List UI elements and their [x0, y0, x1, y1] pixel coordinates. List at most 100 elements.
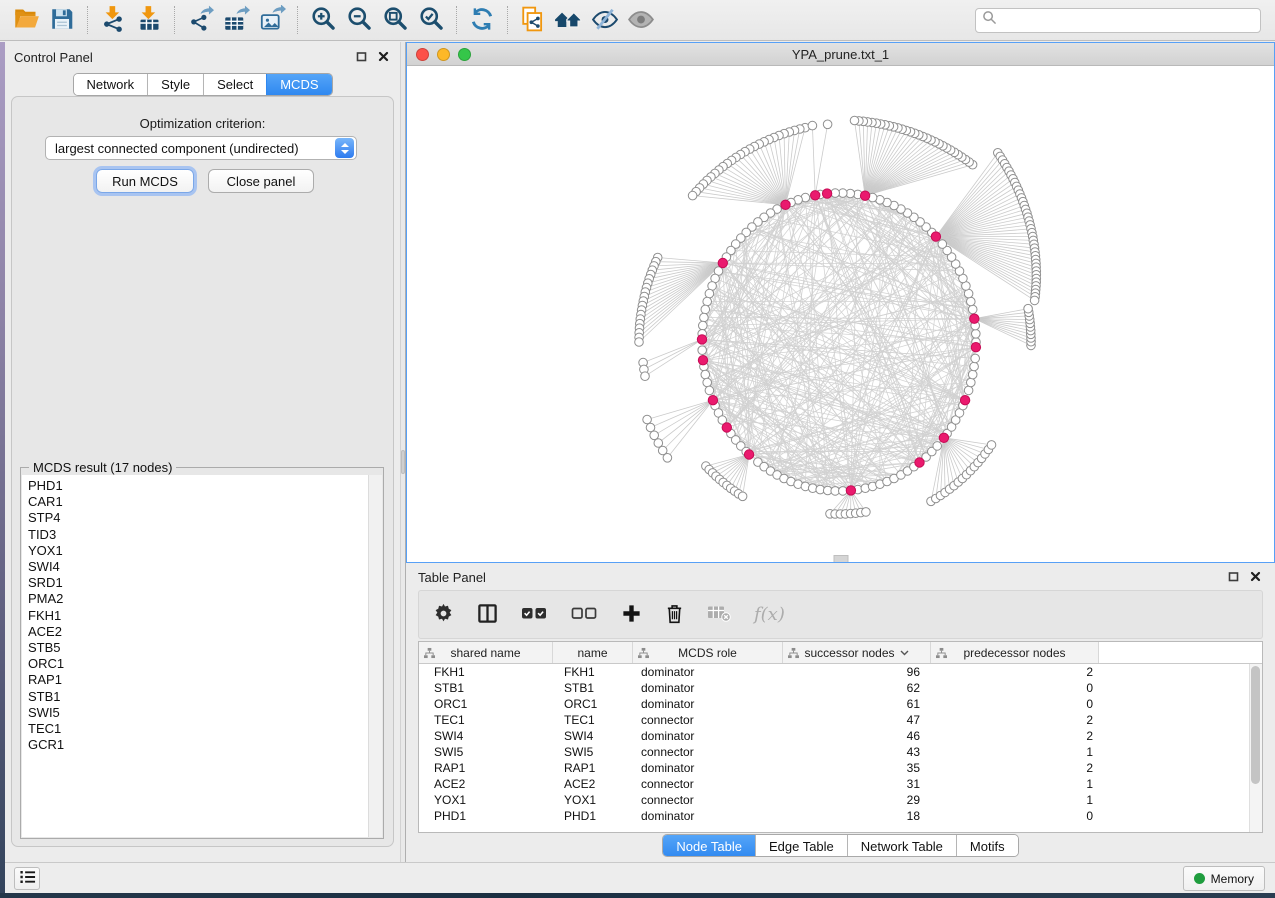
- table-cell: 62: [783, 680, 931, 696]
- export-network-button[interactable]: [182, 3, 218, 37]
- mcds-result-item[interactable]: STP4: [22, 510, 367, 526]
- table-row[interactable]: STB1STB1dominator620: [419, 680, 1262, 696]
- float-panel-button[interactable]: [1227, 570, 1240, 583]
- mcds-list-scrollbar[interactable]: [368, 475, 382, 837]
- column-header-successor-nodes[interactable]: successor nodes: [783, 642, 931, 663]
- show-columns-button[interactable]: [477, 603, 498, 627]
- zoom-in-button[interactable]: [305, 3, 341, 37]
- open-session-button[interactable]: [8, 3, 44, 37]
- close-panel-button[interactable]: [1249, 570, 1262, 583]
- function-builder-button[interactable]: f(x): [754, 604, 785, 625]
- horizontal-splitter-grip[interactable]: [833, 555, 848, 562]
- mcds-result-item[interactable]: GCR1: [22, 737, 367, 753]
- memory-button[interactable]: Memory: [1183, 866, 1265, 891]
- save-session-button[interactable]: [44, 3, 80, 37]
- zoom-fit-icon: [382, 5, 409, 35]
- table-row[interactable]: FKH1FKH1dominator962: [419, 664, 1262, 680]
- zoom-out-button[interactable]: [341, 3, 377, 37]
- memory-status-icon: [1194, 873, 1205, 884]
- mcds-result-item[interactable]: STB1: [22, 689, 367, 705]
- table-cell: connector: [633, 712, 783, 728]
- column-header-predecessor-nodes[interactable]: predecessor nodes: [931, 642, 1099, 663]
- zoom-selected-icon: [418, 5, 445, 35]
- new-network-from-selection-button[interactable]: [515, 3, 551, 37]
- mcds-result-list[interactable]: PHD1CAR1STP4TID3YOX1SWI4SRD1PMA2FKH1ACE2…: [22, 475, 382, 837]
- column-header-shared-name[interactable]: shared name: [419, 642, 553, 663]
- add-row-button[interactable]: [621, 603, 642, 627]
- table-row[interactable]: PHD1PHD1dominator180: [419, 808, 1262, 824]
- table-cell: 31: [783, 776, 931, 792]
- table-cell: 0: [931, 696, 1099, 712]
- tab-style[interactable]: Style: [147, 74, 203, 95]
- export-image-button[interactable]: [254, 3, 290, 37]
- tab-network-table[interactable]: Network Table: [847, 835, 956, 857]
- table-cell: SWI4: [553, 728, 633, 744]
- optimization-criterion-value: largest connected component (undirected): [46, 141, 335, 156]
- network-canvas[interactable]: [407, 66, 1274, 562]
- mcds-result-item[interactable]: ORC1: [22, 656, 367, 672]
- export-table-button[interactable]: [218, 3, 254, 37]
- table-cell: RAP1: [553, 760, 633, 776]
- import-network-button[interactable]: [95, 3, 131, 37]
- table-row[interactable]: SWI5SWI5connector431: [419, 744, 1262, 760]
- table-cell: dominator: [633, 808, 783, 824]
- deselect-all-button[interactable]: [571, 605, 598, 624]
- tab-select[interactable]: Select: [203, 74, 266, 95]
- mcds-result-item[interactable]: TEC1: [22, 721, 367, 737]
- mcds-result-item[interactable]: YOX1: [22, 543, 367, 559]
- column-header-name[interactable]: name: [553, 642, 633, 663]
- tab-mcds[interactable]: MCDS: [266, 74, 331, 95]
- tab-node-table[interactable]: Node Table: [663, 835, 755, 857]
- task-history-button[interactable]: [14, 867, 40, 890]
- table-row[interactable]: ORC1ORC1dominator610: [419, 696, 1262, 712]
- mcds-result-item[interactable]: RAP1: [22, 672, 367, 688]
- table-cell: PHD1: [419, 808, 553, 824]
- mcds-result-item[interactable]: CAR1: [22, 494, 367, 510]
- mcds-result-item[interactable]: SRD1: [22, 575, 367, 591]
- hide-selected-button[interactable]: [587, 3, 623, 37]
- select-all-button[interactable]: [521, 605, 548, 624]
- search-input[interactable]: [997, 10, 1260, 31]
- zoom-selected-button[interactable]: [413, 3, 449, 37]
- show-all-button[interactable]: [623, 3, 659, 37]
- float-panel-button[interactable]: [355, 50, 368, 63]
- mcds-result-item[interactable]: TID3: [22, 527, 367, 543]
- table-cell: connector: [633, 744, 783, 760]
- table-cell: STB1: [419, 680, 553, 696]
- table-row[interactable]: RAP1RAP1dominator352: [419, 760, 1262, 776]
- delete-table-button[interactable]: [707, 604, 731, 625]
- tab-edge-table[interactable]: Edge Table: [755, 835, 847, 857]
- table-scrollbar[interactable]: [1249, 664, 1262, 832]
- table-settings-button[interactable]: [433, 603, 454, 627]
- table-cell: SWI4: [419, 728, 553, 744]
- eye-slash-icon: [590, 6, 620, 35]
- optimization-criterion-select[interactable]: largest connected component (undirected): [45, 136, 357, 160]
- table-row[interactable]: TEC1TEC1connector472: [419, 712, 1262, 728]
- import-table-button[interactable]: [131, 3, 167, 37]
- mcds-result-item[interactable]: PHD1: [22, 478, 367, 494]
- column-header-MCDS-role[interactable]: MCDS role: [633, 642, 783, 663]
- mcds-result-item[interactable]: PMA2: [22, 591, 367, 607]
- control-panel-tabs: NetworkStyleSelectMCDS: [72, 73, 332, 96]
- scrollbar-thumb[interactable]: [1251, 666, 1260, 784]
- mcds-result-item[interactable]: FKH1: [22, 608, 367, 624]
- mcds-result-item[interactable]: SWI4: [22, 559, 367, 575]
- tab-network[interactable]: Network: [73, 74, 147, 95]
- refresh-layout-button[interactable]: [464, 3, 500, 37]
- close-panel-button[interactable]: [377, 50, 390, 63]
- zoom-fit-button[interactable]: [377, 3, 413, 37]
- table-row[interactable]: YOX1YOX1connector291: [419, 792, 1262, 808]
- close-panel-button-mcds[interactable]: Close panel: [208, 169, 314, 193]
- table-cell: 2: [931, 760, 1099, 776]
- tab-motifs[interactable]: Motifs: [956, 835, 1018, 857]
- mcds-result-item[interactable]: SWI5: [22, 705, 367, 721]
- splitter-grip[interactable]: [401, 450, 405, 474]
- run-mcds-button[interactable]: Run MCDS: [96, 169, 194, 193]
- first-neighbors-button[interactable]: [551, 3, 587, 37]
- mcds-result-item[interactable]: ACE2: [22, 624, 367, 640]
- mcds-result-item[interactable]: STB5: [22, 640, 367, 656]
- columns-icon: [477, 603, 498, 627]
- table-row[interactable]: SWI4SWI4dominator462: [419, 728, 1262, 744]
- delete-row-button[interactable]: [665, 603, 684, 627]
- table-row[interactable]: ACE2ACE2connector311: [419, 776, 1262, 792]
